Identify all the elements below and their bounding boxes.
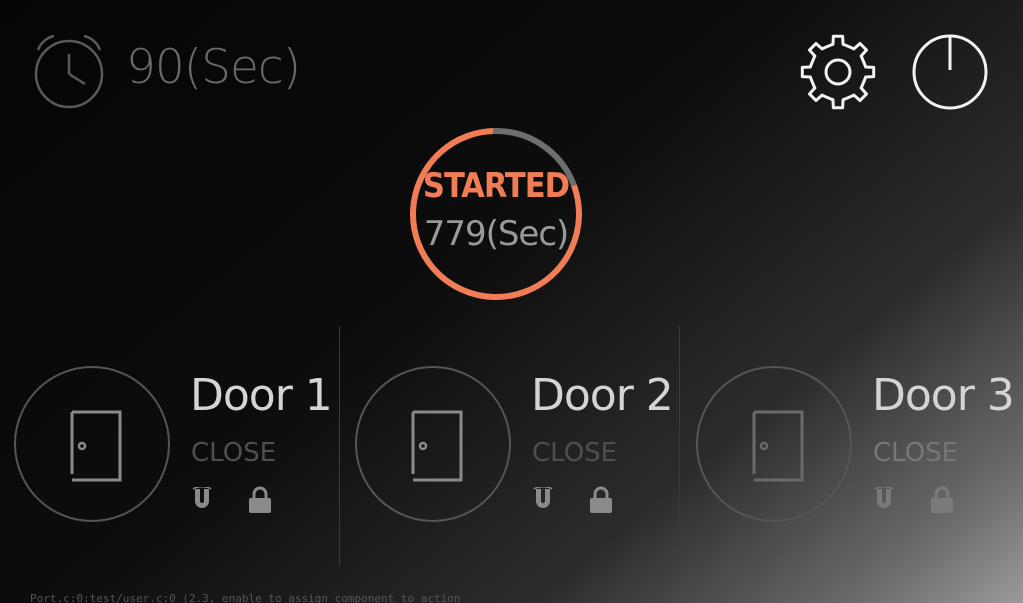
door-button[interactable] <box>696 366 852 522</box>
gear-icon[interactable] <box>796 32 880 112</box>
status-time: 779(Sec) <box>423 214 570 254</box>
timer-value: 90(Sec) <box>126 40 301 95</box>
magnet-icon <box>192 487 212 508</box>
alarm-clock-icon <box>34 34 104 109</box>
door-name: Door 2 <box>531 370 674 421</box>
app-screen: 90(Sec) STARTED 779(Sec) Door 1 CLOSE Do… <box>0 0 1023 603</box>
door-state: CLOSE <box>532 438 618 468</box>
magnet-icon <box>874 487 894 508</box>
magnet-icon <box>533 487 553 508</box>
door-icon <box>70 410 122 482</box>
status-label: STARTED <box>422 166 570 206</box>
door-name: Door 3 <box>872 370 1015 421</box>
door-icon <box>411 410 463 482</box>
door-panel-2[interactable]: Door 2 CLOSE <box>355 366 685 536</box>
door-icon <box>752 410 804 482</box>
lock-icon <box>590 486 612 513</box>
lock-icon <box>249 486 271 513</box>
door-state: CLOSE <box>191 438 277 468</box>
door-button[interactable] <box>355 366 511 522</box>
door-name: Door 1 <box>190 370 333 421</box>
power-icon[interactable] <box>910 32 990 112</box>
door-button[interactable] <box>14 366 170 522</box>
door-panel-3[interactable]: Door 3 CLOSE <box>696 366 1023 536</box>
lock-icon <box>931 486 953 513</box>
door-panel-1[interactable]: Door 1 CLOSE <box>14 366 344 536</box>
door-state: CLOSE <box>873 438 959 468</box>
debug-footer-text: Port.c:0:test/user.c:0 (2.3, enable to a… <box>30 592 461 603</box>
